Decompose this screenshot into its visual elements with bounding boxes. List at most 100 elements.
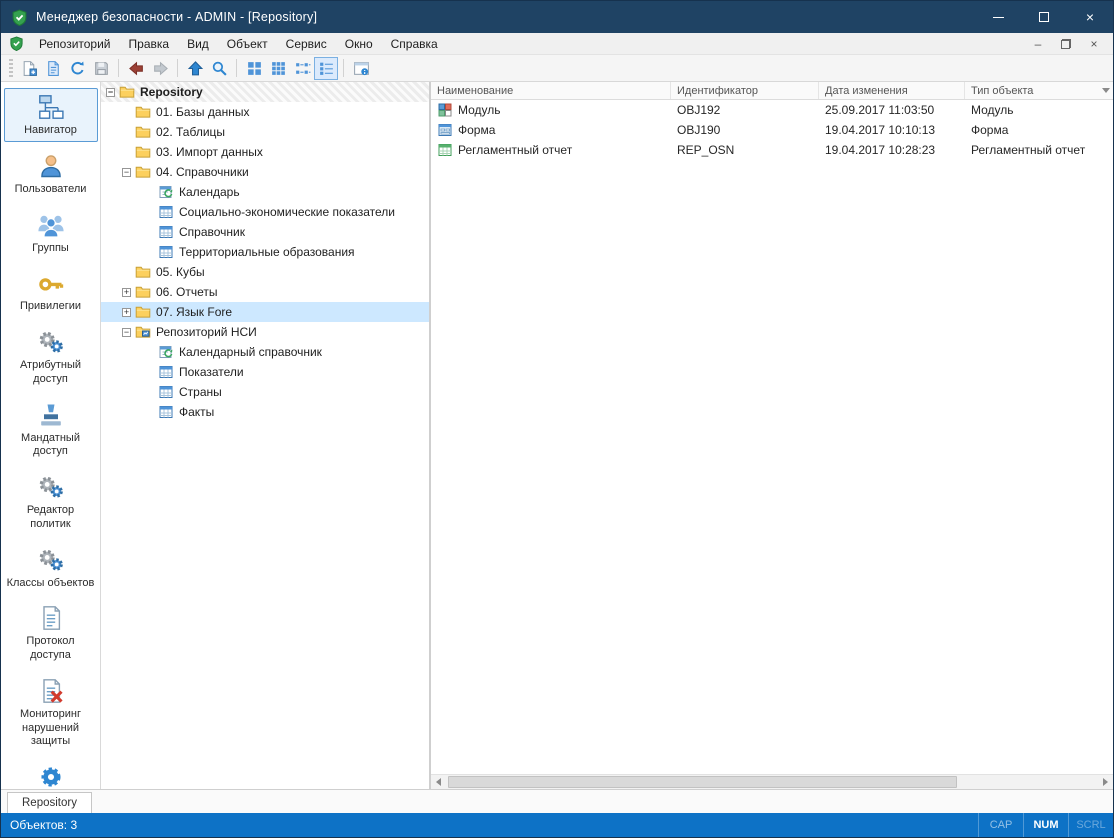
tree-node-calendar[interactable]: Календарь xyxy=(101,182,429,202)
sidebar-item-access-log[interactable]: Протокол доступа xyxy=(4,599,98,667)
tree-node-socioeconomic[interactable]: Социально-экономические показатели xyxy=(101,202,429,222)
table-row-form[interactable]: Форма OBJ190 19.04.2017 10:10:13 Форма xyxy=(431,120,1113,140)
search-icon xyxy=(211,60,228,77)
view-large-icons-button[interactable] xyxy=(242,57,266,80)
view-list-button[interactable] xyxy=(290,57,314,80)
expander-icon[interactable]: + xyxy=(122,288,131,297)
status-bar: Объектов: 3 CAP NUM SCRL xyxy=(1,813,1113,837)
tree-node-databases[interactable]: 01. Базы данных xyxy=(101,102,429,122)
search-button[interactable] xyxy=(207,57,231,80)
tree-node-repository[interactable]: − Repository xyxy=(101,82,429,102)
tree-node-dictionary[interactable]: Справочник xyxy=(101,222,429,242)
sidebar-item-attribute-access[interactable]: Атрибутный доступ xyxy=(4,323,98,391)
tree-node-nsi-repository[interactable]: − Репозиторий НСИ xyxy=(101,322,429,342)
scroll-left-button[interactable] xyxy=(431,775,446,789)
column-chooser-icon[interactable] xyxy=(1102,88,1110,93)
column-header-identifier[interactable]: Идентификатор xyxy=(671,82,819,99)
expander-icon[interactable]: + xyxy=(122,308,131,317)
tree-node-reports[interactable]: + 06. Отчеты xyxy=(101,282,429,302)
menu-service[interactable]: Сервис xyxy=(277,33,336,54)
key-icon xyxy=(37,269,65,297)
minimize-button[interactable] xyxy=(975,1,1021,33)
toolbar-grip[interactable] xyxy=(9,59,13,77)
sidebar-item-service[interactable]: Сервис xyxy=(4,758,98,789)
tree-node-indicators[interactable]: Показатели xyxy=(101,362,429,382)
sidebar-item-label: Атрибутный доступ xyxy=(7,359,95,387)
scrollbar-thumb[interactable] xyxy=(448,776,957,788)
sidebar-item-label: Классы объектов xyxy=(7,577,95,591)
refresh-button[interactable] xyxy=(65,57,89,80)
horizontal-scrollbar[interactable] xyxy=(431,774,1113,789)
tree-node-tables[interactable]: 02. Таблицы xyxy=(101,122,429,142)
tree-node-label: Территориальные образования xyxy=(179,245,355,259)
column-header-modified[interactable]: Дата изменения xyxy=(819,82,965,99)
sidebar-item-users[interactable]: Пользователи xyxy=(4,147,98,201)
create-object-button[interactable] xyxy=(17,57,41,80)
menu-help[interactable]: Справка xyxy=(382,33,447,54)
sidebar-item-policy-editor[interactable]: Редактор политик xyxy=(4,468,98,536)
menu-object[interactable]: Объект xyxy=(218,33,277,54)
window-controls: × xyxy=(975,1,1113,33)
navigator-icon xyxy=(37,93,65,121)
view-details-button[interactable] xyxy=(314,57,338,80)
sidebar-item-mandatory-access[interactable]: Мандатный доступ xyxy=(4,396,98,464)
tree-node-dictionaries[interactable]: − 04. Справочники xyxy=(101,162,429,182)
calendar-icon xyxy=(158,184,174,200)
sidebar-item-object-classes[interactable]: Классы объектов xyxy=(4,541,98,595)
mdi-minimize-button[interactable]: – xyxy=(1025,35,1051,53)
menu-view[interactable]: Вид xyxy=(178,33,218,54)
sidebar-item-navigator[interactable]: Навигатор xyxy=(4,88,98,142)
column-header-name[interactable]: Наименование xyxy=(431,82,671,99)
toolbar-separator xyxy=(118,59,119,77)
tree-node-cubes[interactable]: 05. Кубы xyxy=(101,262,429,282)
properties-button[interactable] xyxy=(349,57,373,80)
sidebar-item-privileges[interactable]: Привилегии xyxy=(4,264,98,318)
tree-node-fore-language[interactable]: + 07. Язык Fore xyxy=(101,302,429,322)
expander-icon[interactable]: − xyxy=(106,88,115,97)
up-level-button[interactable] xyxy=(183,57,207,80)
tree-node-calendar-dictionary[interactable]: Календарный справочник xyxy=(101,342,429,362)
minimize-icon xyxy=(993,17,1004,18)
object-list-panel: Наименование Идентификатор Дата изменени… xyxy=(431,82,1113,789)
view-small-icons-button[interactable] xyxy=(266,57,290,80)
forward-button[interactable] xyxy=(148,57,172,80)
menu-window[interactable]: Окно xyxy=(336,33,382,54)
tree-node-data-import[interactable]: 03. Импорт данных xyxy=(101,142,429,162)
sidebar: Навигатор Пользователи Группы Привилегии… xyxy=(1,82,101,789)
expander-icon[interactable]: − xyxy=(122,328,131,337)
menu-repository[interactable]: Репозиторий xyxy=(30,33,120,54)
small-icons-view-icon xyxy=(270,60,287,77)
sidebar-item-violation-monitoring[interactable]: Мониторинг нарушений защиты xyxy=(4,672,98,753)
sidebar-item-label: Группы xyxy=(32,242,69,256)
scroll-right-button[interactable] xyxy=(1098,775,1113,789)
form-icon xyxy=(437,122,453,138)
tab-repository[interactable]: Repository xyxy=(7,792,92,813)
folder-icon xyxy=(135,144,151,160)
tree-node-facts[interactable]: Факты xyxy=(101,402,429,422)
table-row-report[interactable]: Регламентный отчет REP_OSN 19.04.2017 10… xyxy=(431,140,1113,160)
menu-edit[interactable]: Правка xyxy=(120,33,179,54)
tree-node-label: 05. Кубы xyxy=(156,265,205,279)
mdi-restore-button[interactable] xyxy=(1053,35,1079,53)
tree-node-label: 01. Базы данных xyxy=(156,105,249,119)
sidebar-item-groups[interactable]: Группы xyxy=(4,206,98,260)
objects-count-label: Объектов: 3 xyxy=(1,818,77,832)
tree-node-territorial[interactable]: Территориальные образования xyxy=(101,242,429,262)
tree-node-countries[interactable]: Страны xyxy=(101,382,429,402)
save-button[interactable] xyxy=(89,57,113,80)
blue-document-icon xyxy=(45,60,62,77)
sidebar-item-label: Пользователи xyxy=(15,183,87,197)
column-header-type[interactable]: Тип объекта xyxy=(965,82,1113,99)
create-document-button[interactable] xyxy=(41,57,65,80)
table-row-module[interactable]: Модуль OBJ192 25.09.2017 11:03:50 Модуль xyxy=(431,100,1113,120)
scrollbar-track[interactable] xyxy=(446,775,1098,789)
expander-icon[interactable]: − xyxy=(122,168,131,177)
tree-node-label: Репозиторий НСИ xyxy=(156,325,257,339)
maximize-button[interactable] xyxy=(1021,1,1067,33)
tree-node-label: 07. Язык Fore xyxy=(156,305,232,319)
close-button[interactable]: × xyxy=(1067,1,1113,33)
back-button[interactable] xyxy=(124,57,148,80)
mdi-close-button[interactable]: × xyxy=(1081,35,1107,53)
back-arrow-icon xyxy=(128,60,145,77)
cell-name: Форма xyxy=(458,123,495,137)
